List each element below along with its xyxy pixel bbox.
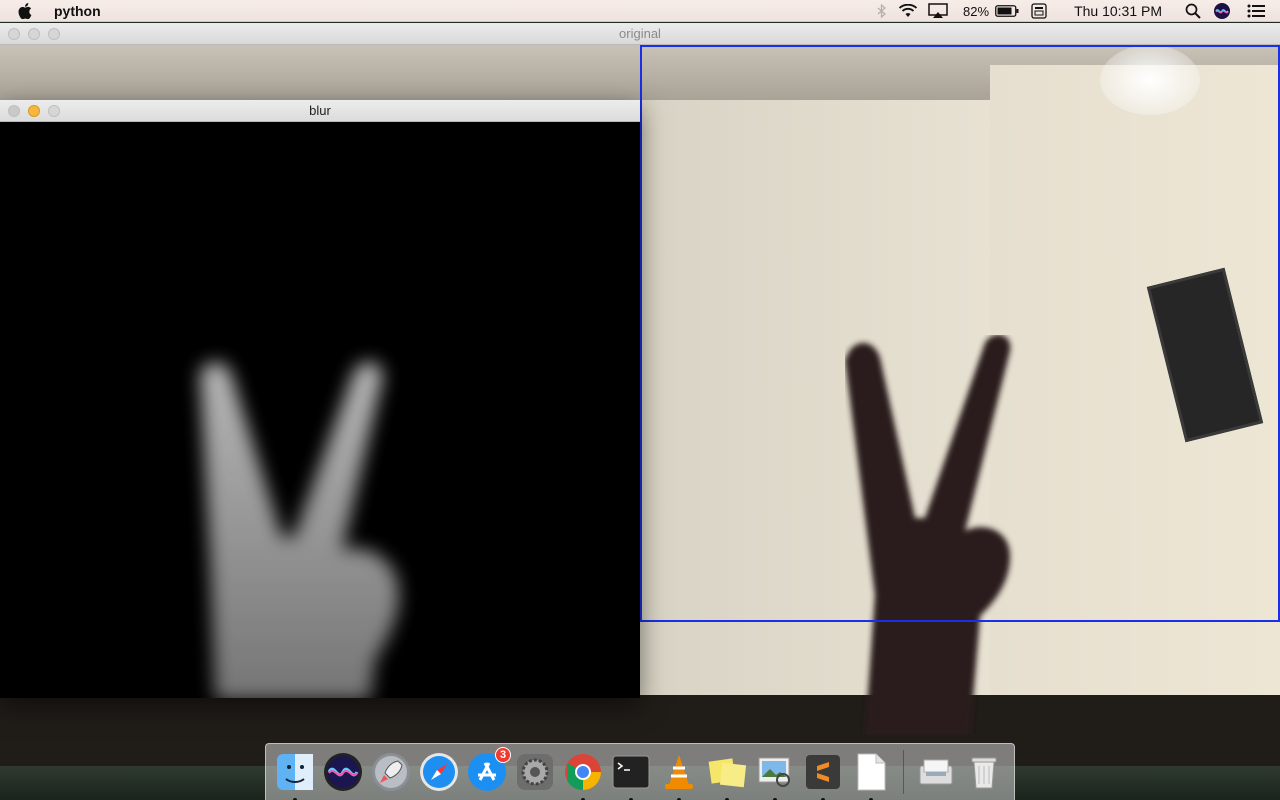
- roi-rectangle: [640, 45, 1280, 622]
- dock-separator: [903, 750, 904, 794]
- trash-icon: [971, 757, 997, 789]
- menu-bar-clock[interactable]: Thu 10:31 PM: [1074, 3, 1162, 19]
- zoom-button[interactable]: [48, 105, 60, 117]
- dock-finder[interactable]: [273, 750, 317, 800]
- window-controls: [8, 28, 60, 40]
- dock-sublime-text[interactable]: [801, 750, 845, 800]
- battery-icon[interactable]: [992, 0, 1022, 22]
- stickies-note-icon: [708, 758, 747, 788]
- window-title: original: [619, 26, 661, 41]
- dock-python-document[interactable]: [849, 750, 893, 800]
- finder-icon: [277, 754, 313, 790]
- keyboard-input-icon[interactable]: [1026, 0, 1052, 22]
- original-window-titlebar[interactable]: original: [0, 23, 1280, 45]
- spotlight-icon[interactable]: [1182, 0, 1204, 22]
- battery-percentage: 82%: [963, 3, 990, 19]
- blurred-hand-image: [200, 362, 399, 698]
- downloads-stack-icon: [919, 759, 953, 785]
- sublime-text-icon: [806, 755, 840, 789]
- close-button[interactable]: [8, 28, 20, 40]
- dock-launchpad[interactable]: [369, 750, 413, 794]
- launchpad-rocket-icon: [372, 753, 410, 791]
- terminal-icon: [612, 755, 650, 789]
- blur-feed: [0, 122, 640, 698]
- preview-photos-icon: [758, 757, 790, 787]
- minimize-button[interactable]: [28, 28, 40, 40]
- zoom-button[interactable]: [48, 28, 60, 40]
- window-title: blur: [309, 103, 331, 118]
- blur-window-titlebar[interactable]: blur: [0, 100, 640, 122]
- dock-chrome[interactable]: [561, 750, 605, 800]
- airplay-icon[interactable]: [923, 0, 953, 22]
- wifi-icon[interactable]: [893, 0, 923, 22]
- safari-compass-icon: [420, 753, 458, 791]
- menu-bar: python 82% Thu 10:31 PM: [0, 0, 1280, 22]
- dock-stickies[interactable]: [705, 750, 749, 800]
- status-menus: 82% Thu 10:31 PM: [871, 0, 1280, 22]
- apple-menu-icon[interactable]: [18, 2, 40, 19]
- app-store-update-badge: 3: [495, 747, 511, 763]
- window-controls: [8, 105, 60, 117]
- active-app-name[interactable]: python: [54, 3, 101, 19]
- dock-safari[interactable]: [417, 750, 461, 794]
- chrome-icon: [565, 754, 601, 790]
- bluetooth-icon[interactable]: [871, 0, 893, 22]
- siri-icon: [324, 753, 362, 791]
- blur-window: blur: [0, 100, 640, 698]
- close-button[interactable]: [8, 105, 20, 117]
- dock-downloads-stack[interactable]: [914, 750, 958, 794]
- notification-center-icon[interactable]: [1240, 0, 1272, 22]
- gear-icon: [517, 754, 553, 790]
- blank-document-icon: [857, 753, 886, 791]
- dock-terminal[interactable]: [609, 750, 653, 800]
- dock-app-store[interactable]: 3: [465, 747, 511, 794]
- dock-siri[interactable]: [321, 750, 365, 794]
- minimize-button[interactable]: [28, 105, 40, 117]
- dock-vlc[interactable]: [657, 750, 701, 800]
- dock-preview[interactable]: [753, 750, 797, 800]
- vlc-cone-icon: [665, 755, 693, 789]
- dock-system-preferences[interactable]: [513, 750, 557, 794]
- siri-icon[interactable]: [1204, 0, 1240, 22]
- dock-trash[interactable]: [962, 750, 1006, 794]
- dock: 3: [265, 743, 1015, 800]
